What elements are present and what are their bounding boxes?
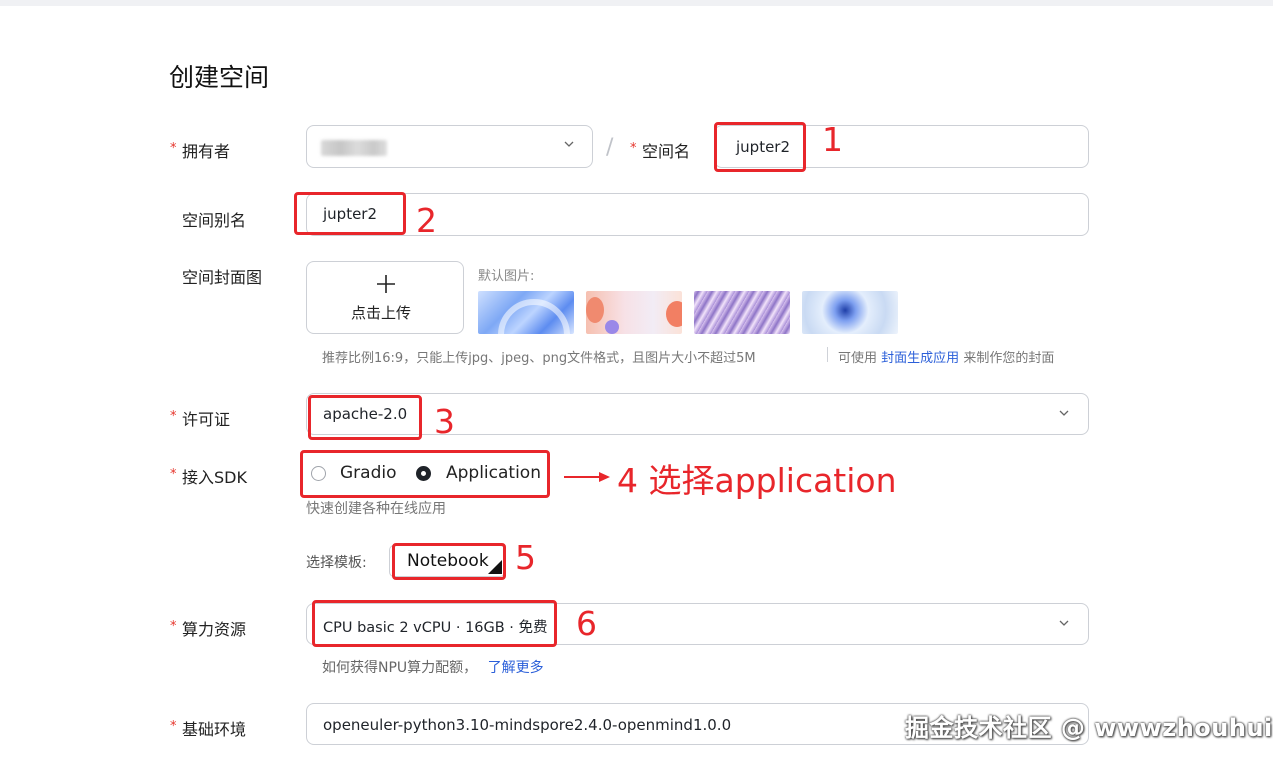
cover-hint-2: 可使用 封面生成应用 来制作您的封面 [838,347,1054,366]
owner-label: 拥有者 [182,142,231,161]
owner-avatar-blurred [321,140,387,156]
required-mark: * [170,141,177,156]
plus-icon [376,274,396,298]
template-label: 选择模板: [306,555,367,571]
license-label: 许可证 [182,410,231,429]
default-cover-1[interactable] [478,291,574,334]
compute-hint-text: 如何获得NPU算力配额， [322,660,478,676]
space-alias-label: 空间别名 [182,211,247,230]
annotation-3: 3 [434,402,455,441]
cover-hint-suffix: 来制作您的封面 [963,351,1055,366]
annotation-box-3 [308,395,422,440]
required-mark: * [170,719,177,734]
cover-hint-prefix: 可使用 [838,351,878,366]
default-images-label: 默认图片: [478,269,535,284]
chevron-down-icon [564,140,574,151]
default-cover-4[interactable] [802,291,898,334]
cover-upload-button[interactable]: 点击上传 [306,261,464,334]
annotation-4: 4 选择application [617,461,897,500]
annotation-box-4 [300,450,550,498]
cover-generator-link[interactable]: 封面生成应用 [881,351,959,366]
watermark: 掘金技术社区 @ wwwzhouhui [905,714,1273,742]
compute-label: 算力资源 [182,620,247,639]
base-env-value: openeuler-python3.10-mindspore2.4.0-open… [323,716,732,734]
annotation-1: 1 [822,120,843,159]
default-cover-3[interactable] [694,291,790,334]
annotation-5: 5 [515,538,536,577]
top-bar [0,0,1273,6]
chevron-down-icon [1059,409,1069,420]
cover-hint: 推荐比例16:9，只能上传jpg、jpeg、png文件格式，且图片大小不超过5M [322,351,756,366]
default-cover-2[interactable] [586,291,682,334]
required-mark: * [170,409,177,424]
required-mark: * [170,619,177,634]
learn-more-link[interactable]: 了解更多 [488,660,544,676]
annotation-arrow-icon [564,472,610,482]
cover-label: 空间封面图 [182,268,263,287]
compute-hint: 如何获得NPU算力配额， 了解更多 [322,657,544,677]
owner-select[interactable] [306,125,593,168]
page-title: 创建空间 [169,63,270,92]
annotation-6: 6 [576,604,597,643]
annotation-box-6 [312,600,557,647]
annotation-box-2 [294,192,406,235]
license-select[interactable]: apache-2.0 [306,393,1089,435]
annotation-2: 2 [416,201,437,240]
chevron-down-icon [1059,619,1069,630]
annotation-box-5 [392,543,506,580]
upload-label: 点击上传 [351,304,412,322]
owner-separator: / [606,135,614,160]
required-mark: * [170,467,177,482]
sdk-label: 接入SDK [182,468,247,487]
space-name-label: 空间名 [642,142,691,161]
hint-divider [827,347,828,362]
annotation-box-1 [714,122,806,172]
required-mark: * [630,141,637,156]
sdk-hint: 快速创建各种在线应用 [306,501,446,517]
base-env-label: 基础环境 [182,720,247,739]
